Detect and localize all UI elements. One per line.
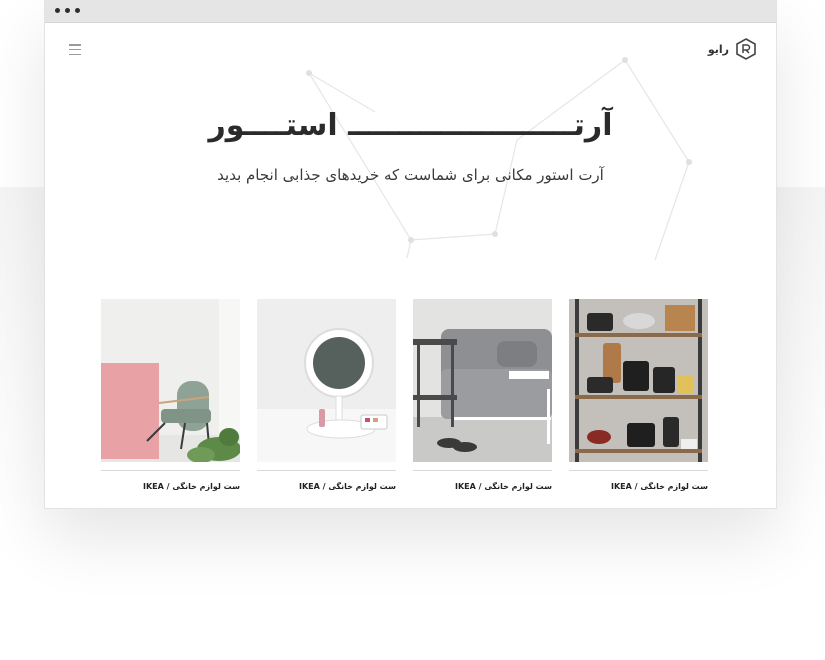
hero-title: آرتــــــــــــــــــــــ استــــور <box>208 108 613 143</box>
product-image-sofa[interactable] <box>413 299 552 462</box>
product-image-armchair[interactable] <box>101 299 240 462</box>
browser-window: رایو آرتــــــــــــــــــــــ استــــور… <box>44 0 777 509</box>
product-card-sofa[interactable]: ست لوازم خانگی / IKEA <box>413 299 552 491</box>
product-divider <box>101 470 240 471</box>
hero-subtitle: آرت استور مکانی برای شماست که خریدهای جذ… <box>217 166 604 184</box>
product-grid: ست لوازم خانگی / IKEA ست لوازم خانگی / I… <box>101 299 708 491</box>
product-image-kitchen-shelf[interactable] <box>569 299 708 462</box>
product-divider <box>257 470 396 471</box>
window-controls <box>55 8 80 13</box>
product-caption[interactable]: ست لوازم خانگی / IKEA <box>413 482 552 491</box>
product-card-kitchen-shelf[interactable]: ست لوازم خانگی / IKEA <box>569 299 708 491</box>
window-maximize-button[interactable] <box>75 8 80 13</box>
product-card-armchair[interactable]: ست لوازم خانگی / IKEA <box>101 299 240 491</box>
site-logo[interactable]: رایو <box>708 38 757 60</box>
window-titlebar <box>45 0 776 23</box>
product-caption[interactable]: ست لوازم خانگی / IKEA <box>101 482 240 491</box>
product-divider <box>413 470 552 471</box>
product-caption[interactable]: ست لوازم خانگی / IKEA <box>257 482 396 491</box>
logo-text: رایو <box>707 42 729 56</box>
window-close-button[interactable] <box>55 8 60 13</box>
product-divider <box>569 470 708 471</box>
r-hexagon-logo-icon <box>736 38 756 60</box>
product-card-vanity-mirror[interactable]: ست لوازم خانگی / IKEA <box>257 299 396 491</box>
product-image-vanity-mirror[interactable] <box>257 299 396 462</box>
hamburger-menu-icon[interactable] <box>69 44 81 55</box>
window-minimize-button[interactable] <box>65 8 70 13</box>
product-caption[interactable]: ست لوازم خانگی / IKEA <box>569 482 708 491</box>
